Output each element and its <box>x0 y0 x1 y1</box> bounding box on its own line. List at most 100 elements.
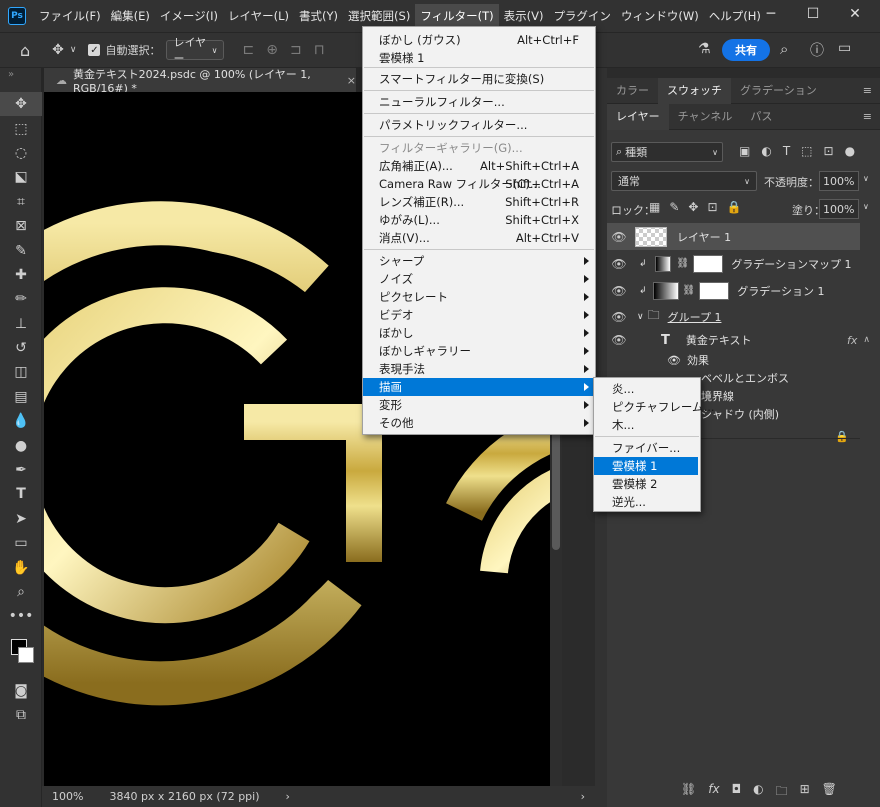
history-brush-tool-icon[interactable]: ↺ <box>0 336 42 360</box>
align-top-icon[interactable]: ⊓ <box>314 42 325 58</box>
render-submenu-item[interactable]: 雲模様 1 <box>594 457 698 475</box>
filter-menu-item[interactable]: ニューラルフィルター... <box>363 93 595 111</box>
marquee-tool-icon[interactable]: ⬚ <box>0 116 42 140</box>
align-left-icon[interactable]: ⊏ <box>242 42 254 58</box>
menu-view[interactable]: 表示(V) <box>499 4 549 28</box>
quick-mask-icon[interactable]: ◙ <box>0 679 42 703</box>
filter-menu-item[interactable]: 雲模様 1 <box>363 49 595 67</box>
menu-image[interactable]: イメージ(I) <box>155 4 223 28</box>
menu-edit[interactable]: 編集(E) <box>106 4 155 28</box>
minimize-icon[interactable]: ─ <box>752 0 790 28</box>
layer-filter-dropdown[interactable]: ⌕ 種類 ∨ <box>611 142 723 162</box>
chevron-down-icon[interactable]: ∨ <box>863 202 869 211</box>
close-tab-icon[interactable]: × <box>347 74 356 87</box>
filter-menu-item[interactable]: 表現手法 <box>363 360 595 378</box>
menu-layer[interactable]: レイヤー(L) <box>223 4 294 28</box>
menu-window[interactable]: ウィンドウ(W) <box>616 4 704 28</box>
auto-select-checkbox[interactable]: ✓ <box>88 44 101 56</box>
new-layer-icon[interactable]: ⊞ <box>800 782 810 803</box>
render-submenu-item[interactable]: 雲模様 2 <box>594 475 698 493</box>
more-tools-icon[interactable]: ••• <box>0 604 42 628</box>
filter-menu-item[interactable]: ぼかし <box>363 324 595 342</box>
lock-transparent-icon[interactable]: ▦ <box>649 200 660 214</box>
menu-filter[interactable]: フィルター(T) <box>415 4 499 28</box>
add-mask-icon[interactable]: ◘ <box>732 782 742 803</box>
move-tool-icon[interactable]: ✥ <box>52 42 64 58</box>
lasso-tool-icon[interactable]: ◌ <box>0 141 42 165</box>
panel-menu-icon[interactable]: ≡ <box>863 110 872 123</box>
move-tool-icon[interactable]: ✥ <box>0 92 42 117</box>
labs-flask-icon[interactable]: ⚗ <box>698 41 711 57</box>
stamp-tool-icon[interactable]: ⊥ <box>0 312 42 336</box>
layer-row[interactable]: 👁 ↲ ⛓ グラデーション 1 <box>607 277 860 304</box>
filter-toggle-icon[interactable]: ● <box>845 144 855 158</box>
render-submenu-item[interactable]: 炎... <box>594 380 698 398</box>
search-icon[interactable]: ⌕ <box>780 40 788 58</box>
brush-tool-icon[interactable]: ✏ <box>0 287 42 311</box>
effects-row[interactable]: 👁 効果 <box>607 351 860 369</box>
render-submenu-item[interactable]: 木... <box>594 416 698 434</box>
share-button[interactable]: 共有 <box>722 39 770 61</box>
menu-file[interactable]: ファイル(F) <box>34 4 106 28</box>
blend-mode-dropdown[interactable]: 通常 ∨ <box>611 171 757 191</box>
lock-position-icon[interactable]: ✥ <box>688 200 698 214</box>
new-group-icon[interactable]: 🗀 <box>776 782 788 803</box>
filter-menu-item[interactable]: パラメトリックフィルター... <box>363 116 595 134</box>
filter-menu-item[interactable]: ピクセレート <box>363 288 595 306</box>
lock-artboard-icon[interactable]: ⊡ <box>707 200 717 214</box>
healing-brush-tool-icon[interactable]: ✚ <box>0 263 42 287</box>
dodge-tool-icon[interactable]: ● <box>0 433 42 457</box>
tab-channels[interactable]: チャンネル <box>669 104 742 130</box>
filter-menu-item[interactable]: Camera Raw フィルター(C)... Shift+Ctrl+A <box>363 175 595 193</box>
visibility-eye-icon[interactable]: 👁 <box>667 354 681 367</box>
delete-layer-icon[interactable]: 🗑 <box>822 782 837 803</box>
maximize-icon[interactable]: ☐ <box>794 0 832 28</box>
filter-menu-item[interactable]: シャープ <box>363 252 595 270</box>
rectangle-tool-icon[interactable]: ▭ <box>0 531 42 555</box>
home-icon[interactable]: ⌂ <box>20 41 30 60</box>
menu-type[interactable]: 書式(Y) <box>294 4 343 28</box>
fx-icon[interactable]: fx <box>847 334 857 347</box>
filter-menu-item[interactable]: ビデオ <box>363 306 595 324</box>
filter-shape-icon[interactable]: ⬚ <box>801 144 812 158</box>
color-swatches[interactable] <box>0 629 41 679</box>
fill-input[interactable]: 100% <box>819 199 859 219</box>
layer-row[interactable]: 👁 レイヤー 1 <box>607 223 860 250</box>
filter-menu-item[interactable]: 描画 <box>363 378 595 396</box>
zoom-tool-icon[interactable]: ⌕ <box>0 580 42 604</box>
close-window-icon[interactable]: ✕ <box>836 0 874 28</box>
zoom-level[interactable]: 100% <box>52 790 83 803</box>
opacity-input[interactable]: 100% <box>819 171 859 191</box>
filter-menu-item[interactable]: ノイズ <box>363 270 595 288</box>
menu-plugins[interactable]: プラグイン <box>548 4 616 28</box>
chevron-right-icon[interactable]: › <box>286 790 290 803</box>
tab-layers[interactable]: レイヤー <box>607 103 669 130</box>
gradient-tool-icon[interactable]: ▤ <box>0 385 42 409</box>
tab-color[interactable]: カラー <box>607 78 658 104</box>
align-right-icon[interactable]: ⊐ <box>290 42 302 58</box>
object-select-tool-icon[interactable]: ⬕ <box>0 165 42 189</box>
chevron-down-icon[interactable]: ∨ <box>637 312 644 322</box>
visibility-eye-icon[interactable]: 👁 <box>607 333 631 347</box>
path-select-tool-icon[interactable]: ➤ <box>0 507 42 531</box>
screen-mode-icon[interactable]: ⧉ <box>0 703 42 727</box>
chevron-down-icon[interactable]: ∨ <box>70 45 77 55</box>
align-center-icon[interactable]: ⊕ <box>266 42 278 58</box>
auto-select-dropdown[interactable]: レイヤー ∨ <box>166 36 225 65</box>
tab-swatches[interactable]: スウォッチ <box>658 77 731 104</box>
crop-tool-icon[interactable]: ⌗ <box>0 190 42 214</box>
filter-menu-item[interactable]: ゆがみ(L)... Shift+Ctrl+X <box>363 211 595 229</box>
filter-menu-item[interactable]: ぼかしギャラリー <box>363 342 595 360</box>
new-adjustment-icon[interactable]: ◐ <box>753 782 763 803</box>
pen-tool-icon[interactable]: ✒ <box>0 458 42 482</box>
workspace-icon[interactable]: ▭ <box>838 40 851 56</box>
render-submenu-item[interactable]: 逆光... <box>594 493 698 511</box>
document-tab[interactable]: ☁ 黄金テキスト2024.psdc @ 100% (レイヤー 1, RGB/16… <box>44 68 356 95</box>
filter-menu-item[interactable]: 消点(V)... Alt+Ctrl+V <box>363 229 595 247</box>
frame-tool-icon[interactable]: ⊠ <box>0 214 42 238</box>
lock-pixels-icon[interactable]: ✎ <box>669 200 679 214</box>
collapse-icon[interactable]: » <box>0 68 41 92</box>
visibility-eye-icon[interactable]: 👁 <box>607 284 631 298</box>
tab-gradients[interactable]: グラデーション <box>731 78 826 104</box>
layer-row[interactable]: 👁 T 黄金テキスト fx ∧ <box>607 327 870 353</box>
